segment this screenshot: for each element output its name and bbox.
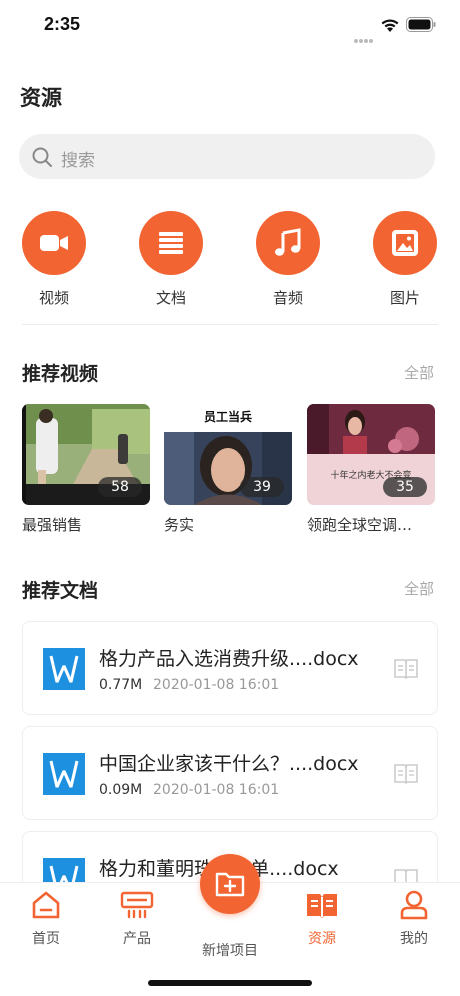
- search-input[interactable]: 搜索: [19, 134, 435, 179]
- tab-mine[interactable]: 我的: [374, 889, 454, 948]
- search-placeholder: 搜索: [61, 151, 95, 171]
- video-title: 务实: [164, 516, 195, 534]
- tab-products[interactable]: 产品: [97, 889, 177, 948]
- add-folder-icon: [215, 872, 245, 897]
- doc-date: 2020-01-08 16:01: [153, 782, 280, 798]
- music-note-icon: [275, 228, 301, 256]
- tab-label: 产品: [123, 931, 151, 947]
- category-document[interactable]: 文档: [126, 211, 216, 308]
- tab-label: 新增项目: [202, 943, 258, 959]
- category-audio[interactable]: 音频: [243, 211, 333, 308]
- category-label: 音频: [272, 289, 303, 307]
- videos-section-title: 推荐视频: [22, 363, 99, 385]
- search-icon: [32, 147, 52, 167]
- wifi-icon: [381, 19, 399, 32]
- tab-resources[interactable]: 资源: [282, 889, 362, 948]
- image-icon: [392, 230, 418, 256]
- docs-section-title: 推荐文档: [22, 580, 99, 602]
- read-book-icon[interactable]: [393, 761, 419, 785]
- video-card[interactable]: 十年之内老大不会变 35 领跑全球空调…: [307, 404, 435, 535]
- battery-icon: [406, 17, 436, 32]
- doc-name: 中国企业家该干什么？....docx: [99, 753, 359, 775]
- category-video[interactable]: 视频: [9, 211, 99, 308]
- tab-label: 资源: [308, 931, 336, 947]
- doc-size: 0.09M: [99, 782, 143, 798]
- doc-size: 0.77M: [99, 677, 143, 693]
- word-file-icon: [43, 648, 85, 690]
- tab-new-project[interactable]: 新增项目: [190, 933, 270, 960]
- video-thumbnail: 58: [22, 404, 150, 505]
- word-file-icon: [43, 753, 85, 795]
- video-count-badge: 35: [383, 477, 427, 497]
- category-label: 文档: [155, 289, 186, 307]
- signal-dots-icon: [354, 28, 374, 43]
- video-thumbnail: 员工当兵 39: [164, 404, 292, 505]
- category-shortcuts: 视频 文档 音频 图片: [0, 211, 460, 311]
- video-title: 领跑全球空调…: [307, 516, 413, 534]
- tab-home[interactable]: 首页: [6, 889, 86, 948]
- category-image[interactable]: 图片: [360, 211, 450, 308]
- air-conditioner-icon: [120, 891, 154, 919]
- home-indicator: [148, 980, 312, 986]
- doc-name: 格力产品入选消费升级....docx: [99, 648, 359, 670]
- divider: [22, 324, 438, 325]
- video-thumb-caption: 员工当兵: [203, 410, 252, 424]
- tab-label: 我的: [400, 931, 428, 947]
- video-thumbnail: 十年之内老大不会变 35: [307, 404, 435, 505]
- videos-view-all-link[interactable]: 全部: [404, 362, 434, 383]
- doc-card[interactable]: 格力产品入选消费升级....docx 0.77M 2020-01-08 16:0…: [22, 621, 438, 715]
- doc-card[interactable]: 中国企业家该干什么？....docx 0.09M 2020-01-08 16:0…: [22, 726, 438, 820]
- user-icon: [400, 890, 428, 920]
- video-card[interactable]: 员工当兵 39 务实: [164, 404, 292, 535]
- book-open-icon: [307, 894, 337, 918]
- tab-label: 首页: [32, 931, 60, 947]
- read-book-icon[interactable]: [393, 656, 419, 680]
- video-title: 最强销售: [22, 516, 83, 534]
- add-project-button[interactable]: [200, 854, 260, 914]
- category-label: 视频: [38, 289, 69, 307]
- status-time: 2:35: [44, 14, 81, 34]
- category-label: 图片: [389, 289, 420, 307]
- video-count-badge: 58: [98, 477, 142, 497]
- video-card[interactable]: 58 最强销售: [22, 404, 150, 535]
- video-count-badge: 39: [240, 477, 284, 497]
- document-lines-icon: [159, 232, 183, 254]
- page-title: 资源: [20, 86, 62, 110]
- doc-date: 2020-01-08 16:01: [153, 677, 280, 693]
- home-icon: [32, 891, 60, 919]
- status-bar: 2:35: [0, 0, 460, 50]
- video-camera-icon: [40, 235, 68, 251]
- docs-view-all-link[interactable]: 全部: [404, 578, 434, 599]
